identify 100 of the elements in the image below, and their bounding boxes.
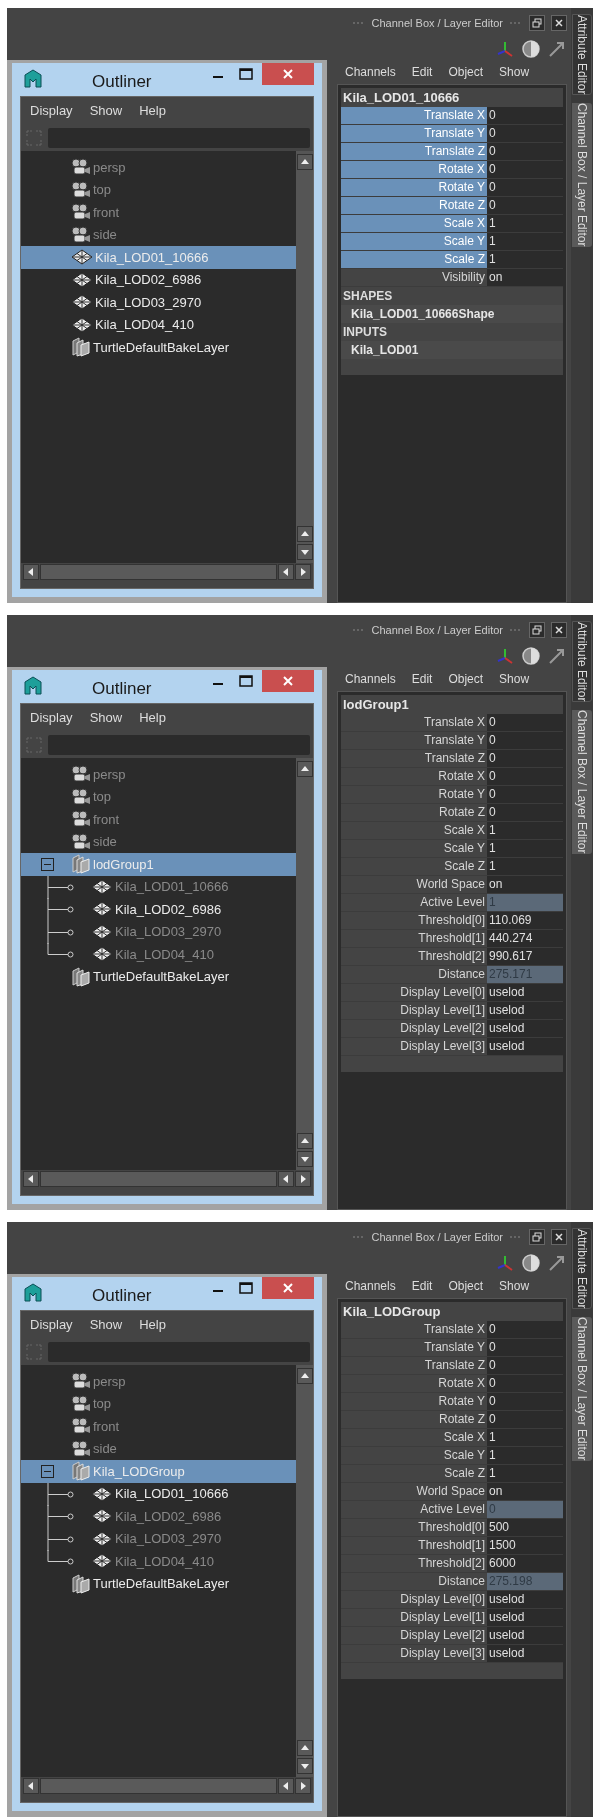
menu-item[interactable]: Show bbox=[89, 101, 123, 121]
side-tab[interactable]: Attribute Editor bbox=[572, 621, 592, 703]
menu-item[interactable]: Display bbox=[30, 708, 73, 728]
tree-item[interactable]: Kila_LOD01_10666 bbox=[21, 875, 296, 898]
channel-value[interactable]: 0 bbox=[487, 750, 563, 767]
menu-item[interactable]: Object bbox=[448, 670, 484, 688]
channel-label[interactable]: Threshold[0] bbox=[341, 1519, 487, 1536]
channel-label[interactable]: Scale Z bbox=[341, 858, 487, 875]
channel-label[interactable]: Translate X bbox=[341, 714, 487, 731]
arrow-icon[interactable] bbox=[547, 39, 567, 59]
menu-item[interactable]: Show bbox=[89, 1315, 123, 1335]
tree-item[interactable]: TurtleDefaultBakeLayer bbox=[21, 1572, 296, 1595]
menu-item[interactable]: Channels bbox=[345, 670, 396, 688]
tree-item[interactable]: persp bbox=[21, 763, 296, 786]
channel-value[interactable]: 990.617 bbox=[487, 948, 563, 965]
channel-label[interactable]: Rotate Z bbox=[341, 804, 487, 821]
channel-label[interactable]: Display Level[2] bbox=[341, 1627, 487, 1644]
scroll-left-button[interactable] bbox=[278, 1778, 294, 1794]
channel-label[interactable]: Display Level[1] bbox=[341, 1609, 487, 1626]
channel-label[interactable]: Rotate X bbox=[341, 768, 487, 785]
vertical-scrollbar[interactable] bbox=[296, 1365, 313, 1777]
channel-label[interactable]: Scale Z bbox=[341, 1465, 487, 1482]
channel-label[interactable]: Active Level bbox=[341, 1501, 487, 1518]
scroll-left-button[interactable] bbox=[23, 1171, 39, 1187]
half-circle-icon[interactable] bbox=[521, 646, 541, 666]
channel-value[interactable]: 500 bbox=[487, 1519, 563, 1536]
channel-label[interactable]: Translate Y bbox=[341, 732, 487, 749]
channel-value[interactable]: 0 bbox=[487, 143, 563, 160]
close-button[interactable] bbox=[551, 1229, 567, 1245]
arrow-icon[interactable] bbox=[547, 646, 567, 666]
scrollbar-thumb[interactable] bbox=[40, 1171, 277, 1187]
tree-item[interactable]: Kila_LOD02_6986 bbox=[21, 898, 296, 921]
tree-item[interactable]: Kila_LOD04_410 bbox=[21, 943, 296, 966]
channel-value[interactable]: 1 bbox=[487, 1447, 563, 1464]
channel-value[interactable]: 0 bbox=[487, 1411, 563, 1428]
channel-value[interactable]: on bbox=[487, 1483, 563, 1500]
grip-icon[interactable] bbox=[351, 20, 366, 26]
menu-item[interactable]: Help bbox=[139, 101, 166, 121]
channel-value[interactable]: 0 bbox=[487, 161, 563, 178]
filter-field[interactable] bbox=[48, 1342, 310, 1362]
grip-icon[interactable] bbox=[509, 627, 523, 633]
channel-value[interactable]: uselod bbox=[487, 984, 563, 1001]
filter-field[interactable] bbox=[48, 128, 310, 148]
channel-label[interactable]: Rotate Y bbox=[341, 1393, 487, 1410]
channel-value[interactable]: 0 bbox=[487, 107, 563, 124]
channel-value[interactable]: uselod bbox=[487, 1609, 563, 1626]
channel-label[interactable]: World Space bbox=[341, 876, 487, 893]
tree-item[interactable]: top bbox=[21, 785, 296, 808]
side-tab[interactable]: Channel Box / Layer Editor bbox=[572, 710, 592, 854]
menu-item[interactable]: Show bbox=[499, 1277, 530, 1295]
axes-icon[interactable] bbox=[495, 39, 515, 59]
tree-item[interactable]: Kila_LOD03_2970 bbox=[21, 1527, 296, 1550]
tree-item[interactable]: front bbox=[21, 1415, 296, 1438]
channel-value[interactable]: 0 bbox=[487, 1321, 563, 1338]
channel-label[interactable]: Distance bbox=[341, 1573, 487, 1590]
tree-item[interactable]: Kila_LOD03_2970 bbox=[21, 291, 296, 314]
channel-value[interactable]: 0 bbox=[487, 179, 563, 196]
channel-label[interactable]: Display Level[0] bbox=[341, 984, 487, 1001]
channel-label[interactable]: Translate Y bbox=[341, 1339, 487, 1356]
menu-item[interactable]: Display bbox=[30, 1315, 73, 1335]
menu-item[interactable]: Show bbox=[499, 670, 530, 688]
scroll-down-button[interactable] bbox=[296, 1758, 313, 1774]
scroll-up-button[interactable] bbox=[296, 1368, 313, 1384]
float-button[interactable] bbox=[529, 1229, 545, 1245]
channel-value[interactable]: on bbox=[487, 269, 563, 286]
scroll-right-button[interactable] bbox=[295, 1171, 311, 1187]
scroll-down-button[interactable] bbox=[296, 1151, 313, 1167]
channel-label[interactable]: Translate X bbox=[341, 1321, 487, 1338]
channel-value[interactable]: 1 bbox=[487, 1465, 563, 1482]
channel-label[interactable]: Threshold[1] bbox=[341, 1537, 487, 1554]
side-tab[interactable]: Channel Box / Layer Editor bbox=[572, 103, 592, 247]
channel-value[interactable]: 1 bbox=[487, 858, 563, 875]
channel-value[interactable]: uselod bbox=[487, 1645, 563, 1662]
channel-value[interactable]: uselod bbox=[487, 1038, 563, 1055]
channel-value[interactable]: uselod bbox=[487, 1002, 563, 1019]
channel-value[interactable]: 0 bbox=[487, 197, 563, 214]
channel-value[interactable]: 1 bbox=[487, 215, 563, 232]
channel-value[interactable]: 1 bbox=[487, 251, 563, 268]
menu-item[interactable]: Edit bbox=[411, 63, 433, 81]
tree-item[interactable]: TurtleDefaultBakeLayer bbox=[21, 336, 296, 359]
side-tab[interactable]: Attribute Editor bbox=[572, 1228, 592, 1310]
tree-item[interactable]: Kila_LOD04_410 bbox=[21, 1550, 296, 1573]
collapse-icon[interactable] bbox=[41, 857, 54, 871]
scrollbar-thumb[interactable] bbox=[40, 1778, 277, 1794]
channel-label[interactable]: Threshold[2] bbox=[341, 1555, 487, 1572]
scroll-right-button[interactable] bbox=[295, 564, 311, 580]
menu-item[interactable]: Edit bbox=[411, 670, 433, 688]
channel-label[interactable]: Threshold[0] bbox=[341, 912, 487, 929]
channel-value[interactable]: 1 bbox=[487, 1429, 563, 1446]
scroll-up-button[interactable] bbox=[296, 526, 313, 542]
menu-item[interactable]: Help bbox=[139, 1315, 166, 1335]
tree-item[interactable]: persp bbox=[21, 156, 296, 179]
scroll-down-button[interactable] bbox=[296, 544, 313, 560]
channel-label[interactable]: Translate Z bbox=[341, 750, 487, 767]
channel-label[interactable]: Translate Z bbox=[341, 1357, 487, 1374]
collapse-icon[interactable] bbox=[41, 1464, 54, 1478]
half-circle-icon[interactable] bbox=[521, 1253, 541, 1273]
channel-label[interactable]: Visibility bbox=[341, 269, 487, 286]
channel-label[interactable]: Rotate Y bbox=[341, 786, 487, 803]
close-button[interactable] bbox=[551, 622, 567, 638]
